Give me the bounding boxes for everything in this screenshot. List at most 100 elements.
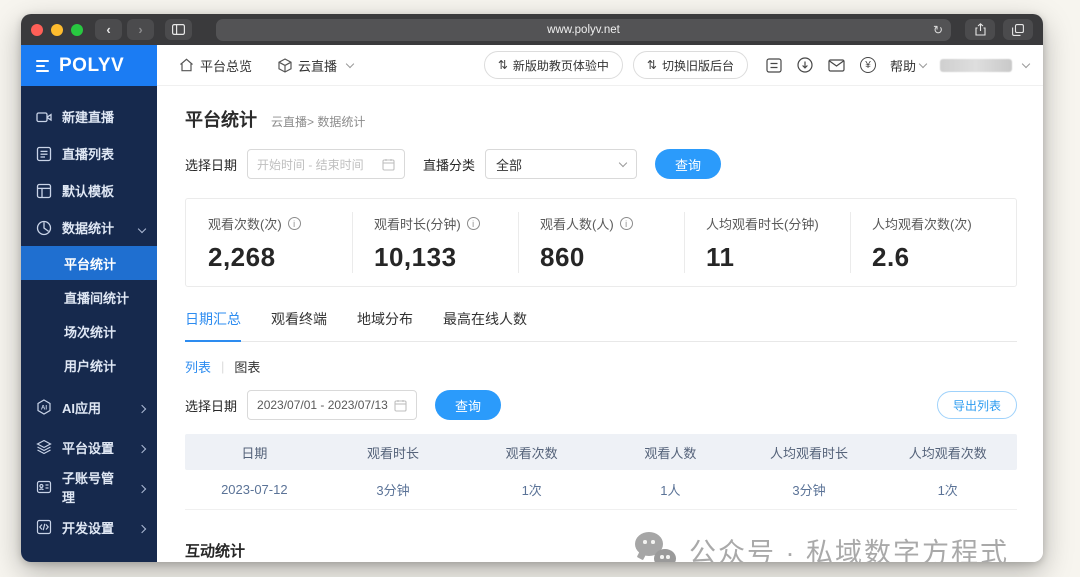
- sidebar-item-developer-settings[interactable]: 开发设置: [21, 507, 157, 547]
- nav-overview-label: 平台总览: [200, 58, 253, 74]
- category-select[interactable]: 全部: [485, 149, 638, 179]
- tab-date-summary[interactable]: 日期汇总: [185, 309, 241, 342]
- chevron-down-icon[interactable]: [1021, 59, 1031, 68]
- sidebar-item-platform-settings[interactable]: 平台设置: [21, 427, 157, 467]
- polyv-logo[interactable]: POLYV: [21, 45, 157, 86]
- sidebar-item-subaccount-management[interactable]: 子账号管理: [21, 467, 157, 507]
- watermark-text: 公众号 · 私域数字方程式: [689, 537, 1009, 563]
- zoom-window-button[interactable]: [71, 23, 83, 36]
- cell-avg-duration: 3分钟: [792, 483, 826, 498]
- sidebar-item-ai-apps[interactable]: AI AI应用: [21, 387, 157, 427]
- help-menu[interactable]: 帮助: [890, 56, 928, 75]
- mail-icon[interactable]: [828, 58, 845, 72]
- chevron-right-icon: [137, 444, 147, 453]
- stat-label: 观看人数(人): [540, 217, 614, 232]
- tab-view-terminal[interactable]: 观看终端: [271, 309, 327, 341]
- sidebar-subitem-user-statistics[interactable]: 用户统计: [21, 348, 157, 382]
- view-list-link[interactable]: 列表: [185, 357, 211, 376]
- stat-value: 10,133: [374, 242, 457, 272]
- date-range-input-2[interactable]: 2023/07/01 - 2023/07/13: [247, 390, 418, 420]
- list-icon: [36, 146, 52, 162]
- share-icon[interactable]: [965, 19, 995, 40]
- col-header-views: 观看次数: [505, 445, 558, 461]
- new-assistant-page-button[interactable]: ⇅ 新版助教页体验中: [483, 51, 623, 79]
- sidebar-item-default-template[interactable]: 默认模板: [21, 172, 157, 209]
- account-name-redacted[interactable]: [940, 58, 1012, 72]
- date-range-placeholder: 开始时间 - 结束时间: [257, 157, 364, 172]
- table-row: 2023-07-12 3分钟 1次 1人 3分钟 1次: [185, 470, 1017, 510]
- sidebar-item-live-list[interactable]: 直播列表: [21, 135, 157, 172]
- cell-viewers: 1人: [660, 483, 681, 498]
- sidebar-toggle-icon[interactable]: [165, 19, 192, 40]
- layers-icon: [36, 439, 52, 455]
- table-header-row: 日期 观看时长 观看次数 观看人数 人均观看时长 人均观看次数: [185, 434, 1017, 470]
- chevron-down-icon: [137, 224, 147, 234]
- template-icon: [36, 183, 52, 199]
- breadcrumb: 云直播> 数据统计: [271, 115, 366, 129]
- chevron-right-icon: [137, 404, 147, 413]
- sidebar-item-label: 平台设置: [62, 440, 115, 456]
- page-title: 平台统计: [185, 110, 257, 130]
- tab-region-distribution[interactable]: 地域分布: [357, 309, 413, 341]
- view-chart-link[interactable]: 图表: [234, 357, 260, 376]
- cell-duration: 3分钟: [376, 483, 410, 498]
- minimize-window-button[interactable]: [51, 23, 63, 36]
- sidebar-item-label: 直播列表: [62, 147, 115, 162]
- date-range-input[interactable]: 开始时间 - 结束时间: [247, 149, 406, 179]
- stat-value: 2,268: [208, 242, 276, 272]
- chevron-down-icon: [618, 158, 628, 167]
- chevron-right-icon: [137, 524, 147, 533]
- info-icon[interactable]: i: [287, 217, 301, 230]
- sidebar-subitem-label: 用户统计: [64, 358, 117, 374]
- stat-value: 2.6: [872, 242, 910, 272]
- col-header-date: 日期: [241, 445, 268, 461]
- tab-overview-icon[interactable]: [1003, 19, 1033, 40]
- sidebar-subitem-label: 场次统计: [64, 324, 117, 340]
- sidebar-subitem-room-statistics[interactable]: 直播间统计: [21, 280, 157, 314]
- reload-icon[interactable]: ↻: [933, 23, 943, 37]
- browser-chrome: ‹ › www.polyv.net ↻: [21, 14, 1043, 45]
- pie-chart-icon: [36, 220, 52, 236]
- traffic-lights: [31, 23, 83, 36]
- sidebar-item-label: 新建直播: [62, 110, 115, 125]
- export-list-button[interactable]: 导出列表: [936, 391, 1017, 419]
- calendar-icon: [394, 399, 407, 412]
- stat-avg-views: 人均观看次数(次) 2.6: [850, 199, 1016, 286]
- sidebar-item-new-live[interactable]: 新建直播: [21, 98, 157, 135]
- info-icon[interactable]: i: [619, 217, 633, 230]
- back-button[interactable]: ‹: [95, 19, 122, 40]
- col-header-viewers: 观看人数: [644, 445, 697, 461]
- switch-old-console-button[interactable]: ⇅ 切换旧版后台: [632, 51, 748, 79]
- stat-viewer-count: 观看人数(人) i 860: [518, 199, 684, 286]
- sidebar-item-data-statistics[interactable]: 数据统计: [21, 209, 157, 246]
- divider: |: [221, 359, 225, 374]
- sidebar: 新建直播 直播列表 默认模板 数据统计 平台统计 直播间统计 场次统计 用户统计…: [21, 86, 157, 562]
- stat-label: 观看时长(分钟): [374, 217, 461, 232]
- address-bar[interactable]: www.polyv.net ↻: [216, 18, 951, 41]
- menu-toggle-icon[interactable]: [36, 59, 49, 72]
- download-icon[interactable]: [797, 57, 813, 73]
- sidebar-item-label: 子账号管理: [62, 471, 115, 505]
- sidebar-subitem-session-statistics[interactable]: 场次统计: [21, 314, 157, 348]
- logo-text: POLYV: [59, 54, 125, 76]
- category-filter-label: 直播分类: [423, 157, 476, 173]
- stat-label: 人均观看时长(分钟): [706, 217, 819, 232]
- info-icon[interactable]: i: [466, 217, 480, 230]
- tab-max-online[interactable]: 最高在线人数: [443, 309, 527, 341]
- form-icon[interactable]: [766, 57, 782, 73]
- search-button-2[interactable]: 查询: [435, 390, 502, 420]
- search-button[interactable]: 查询: [655, 149, 722, 179]
- sidebar-item-label: 数据统计: [62, 221, 115, 236]
- nav-platform-overview[interactable]: 平台总览: [179, 56, 252, 75]
- close-window-button[interactable]: [31, 23, 43, 36]
- chevron-right-icon: [137, 484, 147, 493]
- nav-product-switcher[interactable]: 云直播: [278, 56, 355, 75]
- sidebar-subitem-platform-statistics[interactable]: 平台统计: [21, 246, 157, 280]
- swap-arrows-icon: ⇅: [497, 58, 508, 72]
- home-icon: [179, 58, 194, 72]
- sidebar-item-label: 默认模板: [62, 184, 115, 199]
- balance-icon[interactable]: ¥: [859, 57, 876, 73]
- forward-button[interactable]: ›: [127, 19, 154, 40]
- cell-date: 2023-07-12: [221, 482, 288, 497]
- col-header-duration: 观看时长: [367, 445, 420, 461]
